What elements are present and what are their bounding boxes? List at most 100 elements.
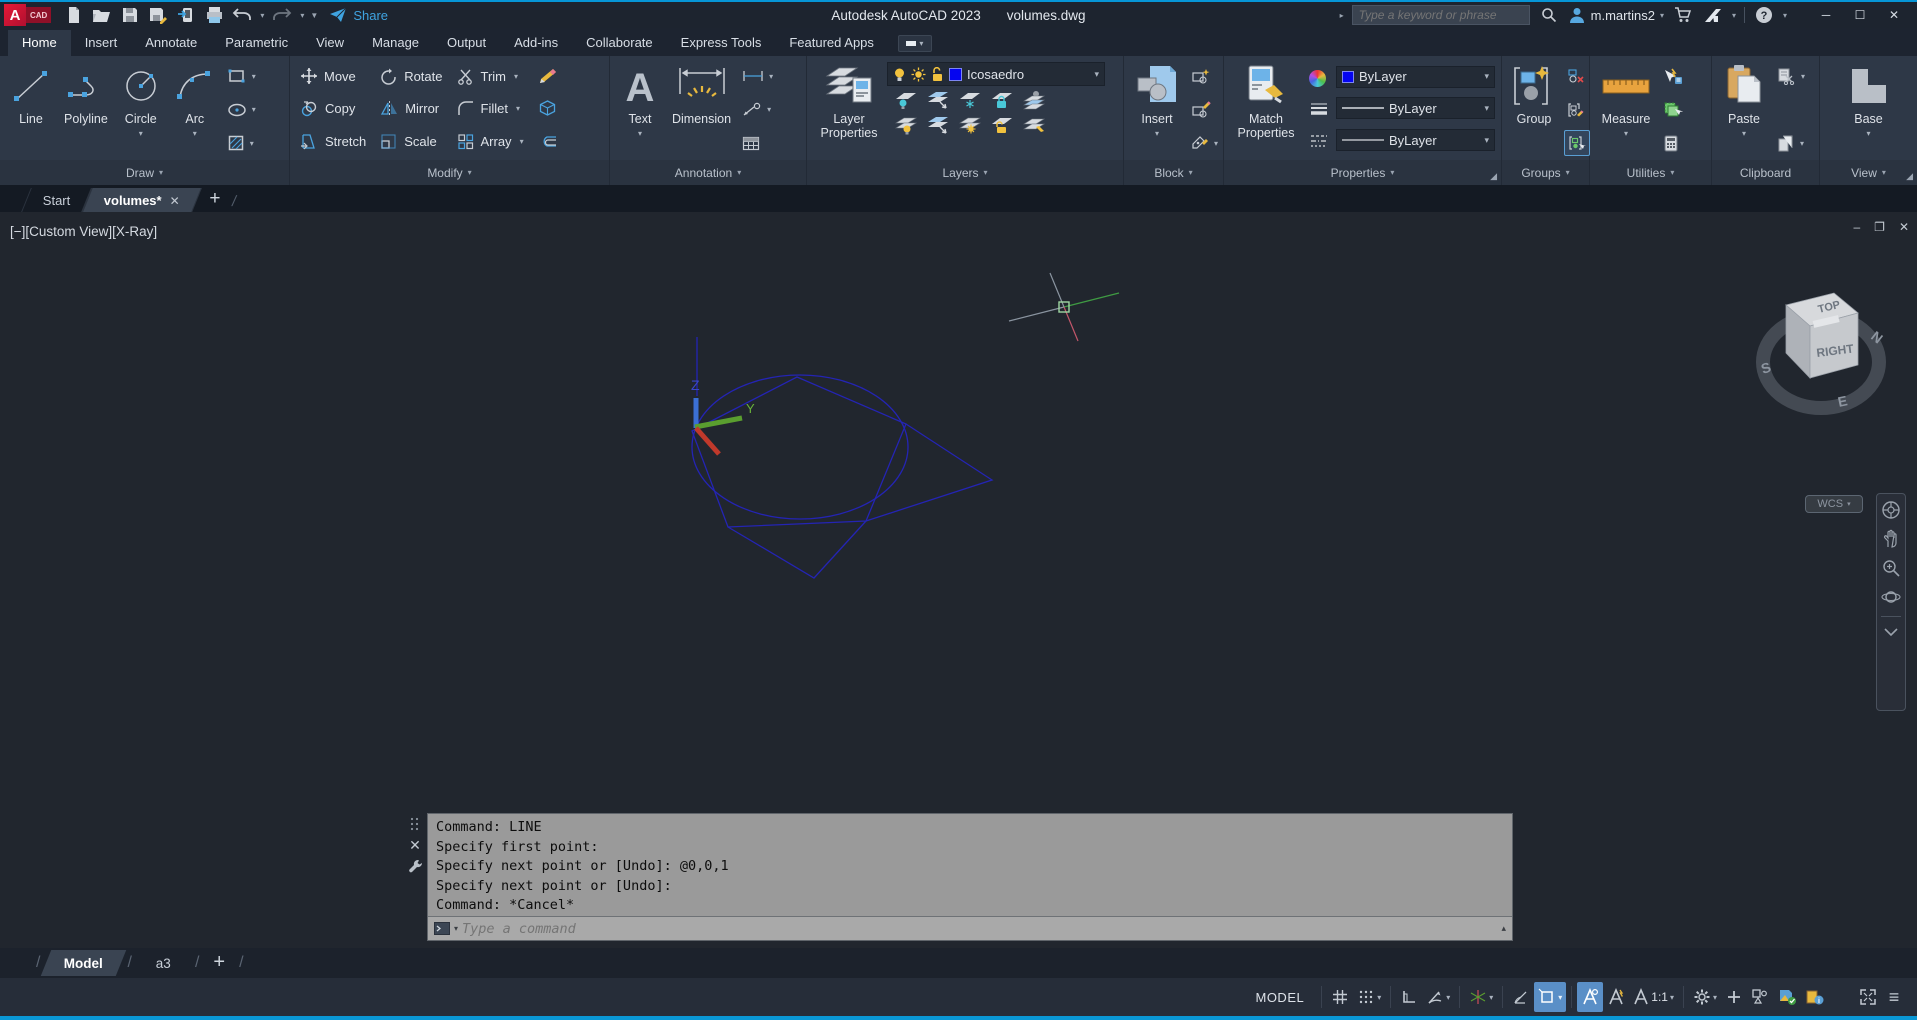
properties-expander-icon[interactable]: ◢ — [1490, 171, 1497, 182]
lineweight-dropdown[interactable]: ByLayer ▾ — [1336, 97, 1495, 120]
tab-annotate[interactable]: Annotate — [131, 30, 211, 56]
new-drawing-tab-button[interactable]: + — [209, 188, 220, 210]
layer-unlock-button[interactable] — [989, 114, 1015, 136]
edit-block-button[interactable] — [1188, 97, 1221, 123]
autodesk-dropdown-icon[interactable]: ▾ — [1732, 11, 1736, 20]
app-store-button[interactable] — [1672, 4, 1694, 26]
share-button[interactable]: Share — [329, 7, 388, 23]
save-as-button[interactable] — [145, 3, 171, 27]
panel-label-view[interactable]: View ▾ ◢ — [1820, 160, 1917, 185]
search-input[interactable] — [1352, 8, 1529, 22]
command-input-row[interactable]: ▾ ▴ — [428, 916, 1512, 940]
layout-tab-a3[interactable]: a3 — [133, 950, 195, 976]
status-bar-menu-button[interactable]: ≡ — [1881, 982, 1907, 1012]
panel-label-draw[interactable]: Draw ▾ — [0, 160, 289, 185]
lineweight-button[interactable] — [1306, 97, 1332, 123]
stretch-button[interactable]: Stretch — [294, 128, 372, 154]
array-button[interactable]: Array ▾ — [451, 128, 530, 154]
measure-button[interactable]: Measure ▾ — [1594, 59, 1658, 160]
redo-button[interactable] — [269, 3, 295, 27]
search-box[interactable] — [1351, 5, 1530, 25]
ribbon-display-toggle[interactable]: ▾ — [897, 35, 932, 52]
command-grip-icon[interactable] — [409, 817, 421, 831]
layer-thaw-button[interactable] — [957, 114, 983, 136]
create-block-button[interactable] — [1188, 63, 1221, 89]
new-layout-button[interactable]: + — [213, 951, 225, 974]
open-from-web-button[interactable] — [173, 3, 199, 27]
insert-button[interactable]: Insert ▾ — [1128, 59, 1186, 160]
help-button[interactable]: ? — [1753, 4, 1775, 26]
layer-dropdown[interactable]: Icosaedro ▾ — [887, 62, 1105, 86]
group-selection-toggle[interactable] — [1564, 130, 1590, 156]
layer-isolate-button[interactable] — [925, 89, 951, 111]
trim-button[interactable]: Trim ▾ — [451, 63, 530, 89]
minimize-button[interactable]: ─ — [1809, 2, 1843, 28]
customization-button[interactable] — [1721, 982, 1747, 1012]
panel-label-groups[interactable]: Groups ▾ — [1502, 160, 1589, 185]
user-account-button[interactable]: m.martins2 ▾ — [1568, 6, 1664, 24]
plot-button[interactable] — [201, 3, 227, 27]
command-history[interactable]: Command: LINE Specify first point: Speci… — [427, 813, 1513, 941]
ungroup-button[interactable] — [1564, 63, 1590, 89]
tab-express-tools[interactable]: Express Tools — [667, 30, 776, 56]
layer-match-button[interactable] — [1021, 114, 1047, 136]
dimension-button[interactable]: Dimension — [666, 59, 737, 160]
tab-insert[interactable]: Insert — [71, 30, 132, 56]
object-color-dropdown[interactable]: ByLayer ▾ — [1336, 65, 1495, 88]
quick-select-button[interactable] — [1660, 63, 1686, 89]
command-prompt-icon[interactable] — [434, 922, 450, 935]
define-attributes-button[interactable]: ▾ — [1188, 130, 1221, 156]
new-file-button[interactable] — [61, 3, 87, 27]
color-wheel-button[interactable] — [1306, 66, 1332, 92]
quick-calculator-button[interactable] — [1660, 130, 1686, 156]
command-input[interactable] — [462, 920, 1498, 937]
redo-dropdown[interactable]: ▾ — [297, 3, 307, 27]
tab-home[interactable]: Home — [8, 30, 71, 56]
object-snap-button[interactable]: ▾ — [1534, 982, 1567, 1012]
tab-featured-apps[interactable]: Featured Apps — [775, 30, 888, 56]
layer-properties-button[interactable]: Layer Properties — [811, 59, 887, 160]
file-tab-start[interactable]: Start — [21, 188, 93, 212]
drawing-history-button[interactable]: i — [1801, 982, 1829, 1012]
group-button[interactable]: Group — [1506, 59, 1562, 160]
viewcube-cube[interactable]: TOP RIGHT — [1785, 292, 1859, 379]
cut-button[interactable]: ▾ — [1774, 63, 1808, 89]
ellipse-button[interactable]: ▾ — [224, 97, 259, 123]
snap-mode-button[interactable]: ▾ — [1353, 982, 1385, 1012]
move-button[interactable]: Move — [294, 63, 372, 89]
command-history-toggle-icon[interactable]: ▴ — [1501, 923, 1506, 934]
search-collapse-icon[interactable]: ▸ — [1340, 11, 1344, 20]
open-file-button[interactable] — [89, 3, 115, 27]
table-button[interactable] — [739, 130, 776, 156]
autocad-logo[interactable]: A CAD — [4, 4, 52, 26]
compass-east[interactable]: E — [1836, 392, 1848, 410]
panel-label-properties[interactable]: Properties ▾ ◢ — [1224, 160, 1501, 185]
polyline-button[interactable]: Polyline — [58, 59, 114, 160]
hatch-button[interactable]: ▾ — [224, 130, 259, 156]
command-wrench-icon[interactable] — [408, 859, 423, 874]
pan-hand-icon[interactable] — [1881, 529, 1901, 549]
model-space-button[interactable]: MODEL — [1243, 990, 1316, 1005]
tab-view[interactable]: View — [302, 30, 358, 56]
rotate-button[interactable]: Rotate — [374, 63, 448, 89]
annotation-autoscale-button[interactable] — [1603, 982, 1629, 1012]
layer-lock-button[interactable] — [989, 89, 1015, 111]
save-button[interactable] — [117, 3, 143, 27]
line-button[interactable]: Line — [4, 59, 58, 160]
clean-screen-button[interactable] — [1855, 982, 1881, 1012]
tab-output[interactable]: Output — [433, 30, 500, 56]
grid-display-button[interactable] — [1327, 982, 1353, 1012]
wcs-dropdown[interactable]: WCS ▾ — [1805, 495, 1863, 513]
tab-collaborate[interactable]: Collaborate — [572, 30, 667, 56]
graphics-performance-button[interactable] — [1773, 982, 1801, 1012]
maximize-button[interactable]: ☐ — [1843, 2, 1877, 28]
isolate-objects-button[interactable] — [1747, 982, 1773, 1012]
select-similar-button[interactable] — [1660, 97, 1686, 123]
group-edit-button[interactable] — [1564, 97, 1590, 123]
leader-button[interactable]: ▾ — [739, 97, 776, 123]
match-properties-button[interactable]: Match Properties — [1228, 59, 1304, 160]
annotation-scale-button[interactable]: 1:1 ▾ — [1629, 982, 1678, 1012]
linear-dimension-button[interactable]: ▾ — [739, 63, 776, 89]
explode-button[interactable] — [532, 96, 564, 122]
help-dropdown-icon[interactable]: ▾ — [1783, 11, 1787, 20]
